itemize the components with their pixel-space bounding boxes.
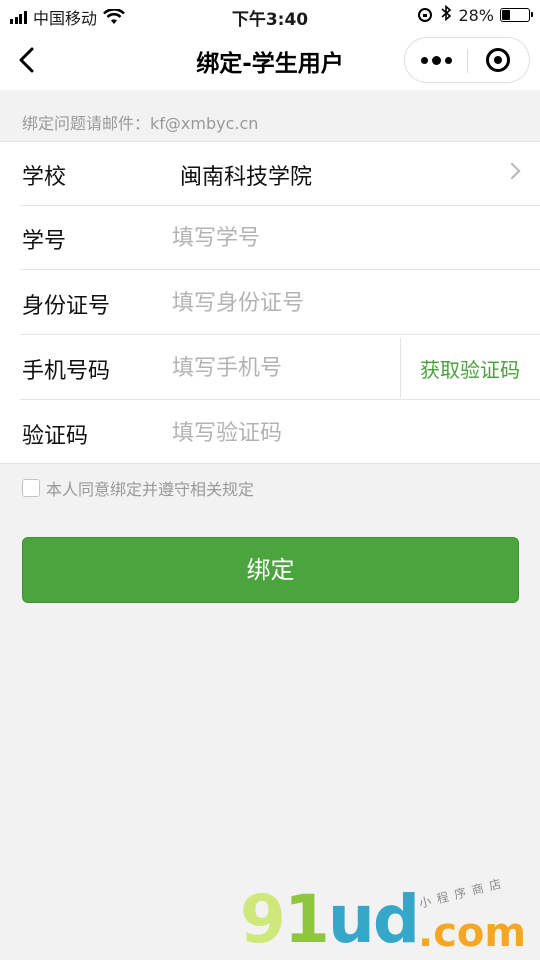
watermark-brand: 91ud (240, 881, 420, 958)
mini-program-capsule (404, 37, 530, 83)
agreement-text[interactable]: 本人同意绑定并遵守相关规定 (46, 476, 254, 500)
binding-form: 学校 闽南科技学院 学号 身份证号 手机号码 获取验证码 验证码 (0, 141, 540, 464)
school-value[interactable]: 闽南科技学院 (180, 159, 312, 191)
phone-label: 手机号码 (22, 359, 111, 384)
id-card-label: 身份证号 (22, 294, 111, 319)
school-label: 学校 (22, 165, 67, 190)
status-bar: 中国移动 下午3:40 28% (0, 0, 540, 30)
watermark-logo: 91ud 小程序商店 .com (240, 875, 530, 960)
student-id-input[interactable] (172, 218, 392, 258)
code-row: 验证码 (0, 401, 540, 465)
student-id-label: 学号 (22, 229, 67, 254)
agreement-checkbox[interactable] (22, 479, 40, 497)
chevron-right-icon[interactable] (503, 162, 521, 180)
close-mini-program-icon[interactable] (467, 38, 529, 82)
id-card-row: 身份证号 (0, 271, 540, 335)
student-id-row: 学号 (0, 206, 540, 270)
phone-row: 手机号码 获取验证码 (0, 336, 540, 400)
battery-icon (500, 8, 533, 22)
agreement[interactable]: 本人同意绑定并遵守相关规定 (22, 476, 254, 500)
id-card-input[interactable] (172, 283, 392, 323)
code-input[interactable] (172, 413, 392, 453)
status-right: 28% (418, 4, 533, 25)
bluetooth-icon (440, 4, 452, 25)
nav-bar: 绑定-学生用户 (0, 30, 540, 90)
watermark-tagline: 小程序商店 (417, 875, 509, 911)
watermark-domain: .com (418, 910, 527, 956)
bind-button[interactable]: 绑定 (22, 537, 519, 603)
code-label: 验证码 (22, 424, 89, 449)
get-code-button[interactable]: 获取验证码 (400, 354, 540, 383)
phone-input[interactable] (172, 348, 382, 388)
more-options-icon[interactable] (405, 38, 467, 82)
support-email-hint: 绑定问题请邮件：kf@xmbyc.cn (22, 114, 259, 133)
school-row[interactable]: 学校 闽南科技学院 (0, 142, 540, 206)
battery-percent: 28% (458, 5, 494, 25)
rotation-lock-icon (418, 8, 433, 22)
